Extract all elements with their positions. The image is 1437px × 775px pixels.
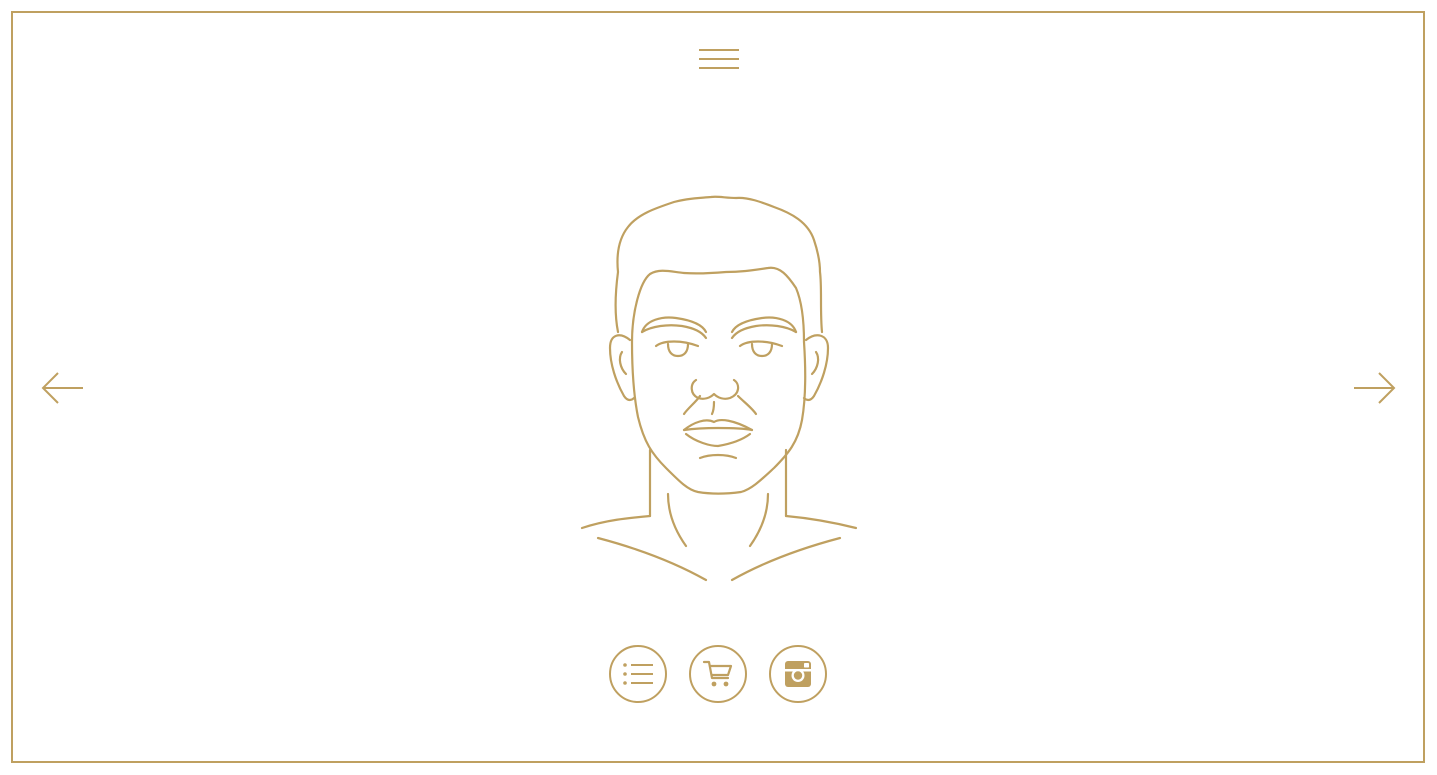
arrow-right-icon <box>1354 372 1396 404</box>
face-outline <box>630 340 807 495</box>
hair-outline <box>614 195 824 334</box>
chest-right <box>730 536 842 582</box>
menu-button[interactable] <box>698 48 740 72</box>
arrow-left-icon <box>41 372 83 404</box>
list-button[interactable] <box>609 645 667 703</box>
cart-icon <box>702 660 733 687</box>
eye-left <box>654 340 700 348</box>
chest-left <box>596 536 708 582</box>
previous-slide-button[interactable] <box>41 370 85 406</box>
shoulder-right <box>784 514 858 530</box>
instagram-button[interactable] <box>769 645 827 703</box>
hamburger-icon <box>699 49 739 69</box>
instagram-icon <box>785 661 811 687</box>
nose <box>690 378 740 400</box>
cart-button[interactable] <box>689 645 747 703</box>
chin <box>698 453 738 460</box>
hairline <box>630 266 806 344</box>
footer-actions <box>608 645 830 707</box>
shoulder-left <box>580 514 652 530</box>
face-illustration <box>580 195 858 582</box>
eye-right <box>738 340 784 348</box>
list-icon <box>623 663 653 685</box>
next-slide-button[interactable] <box>1352 370 1396 406</box>
